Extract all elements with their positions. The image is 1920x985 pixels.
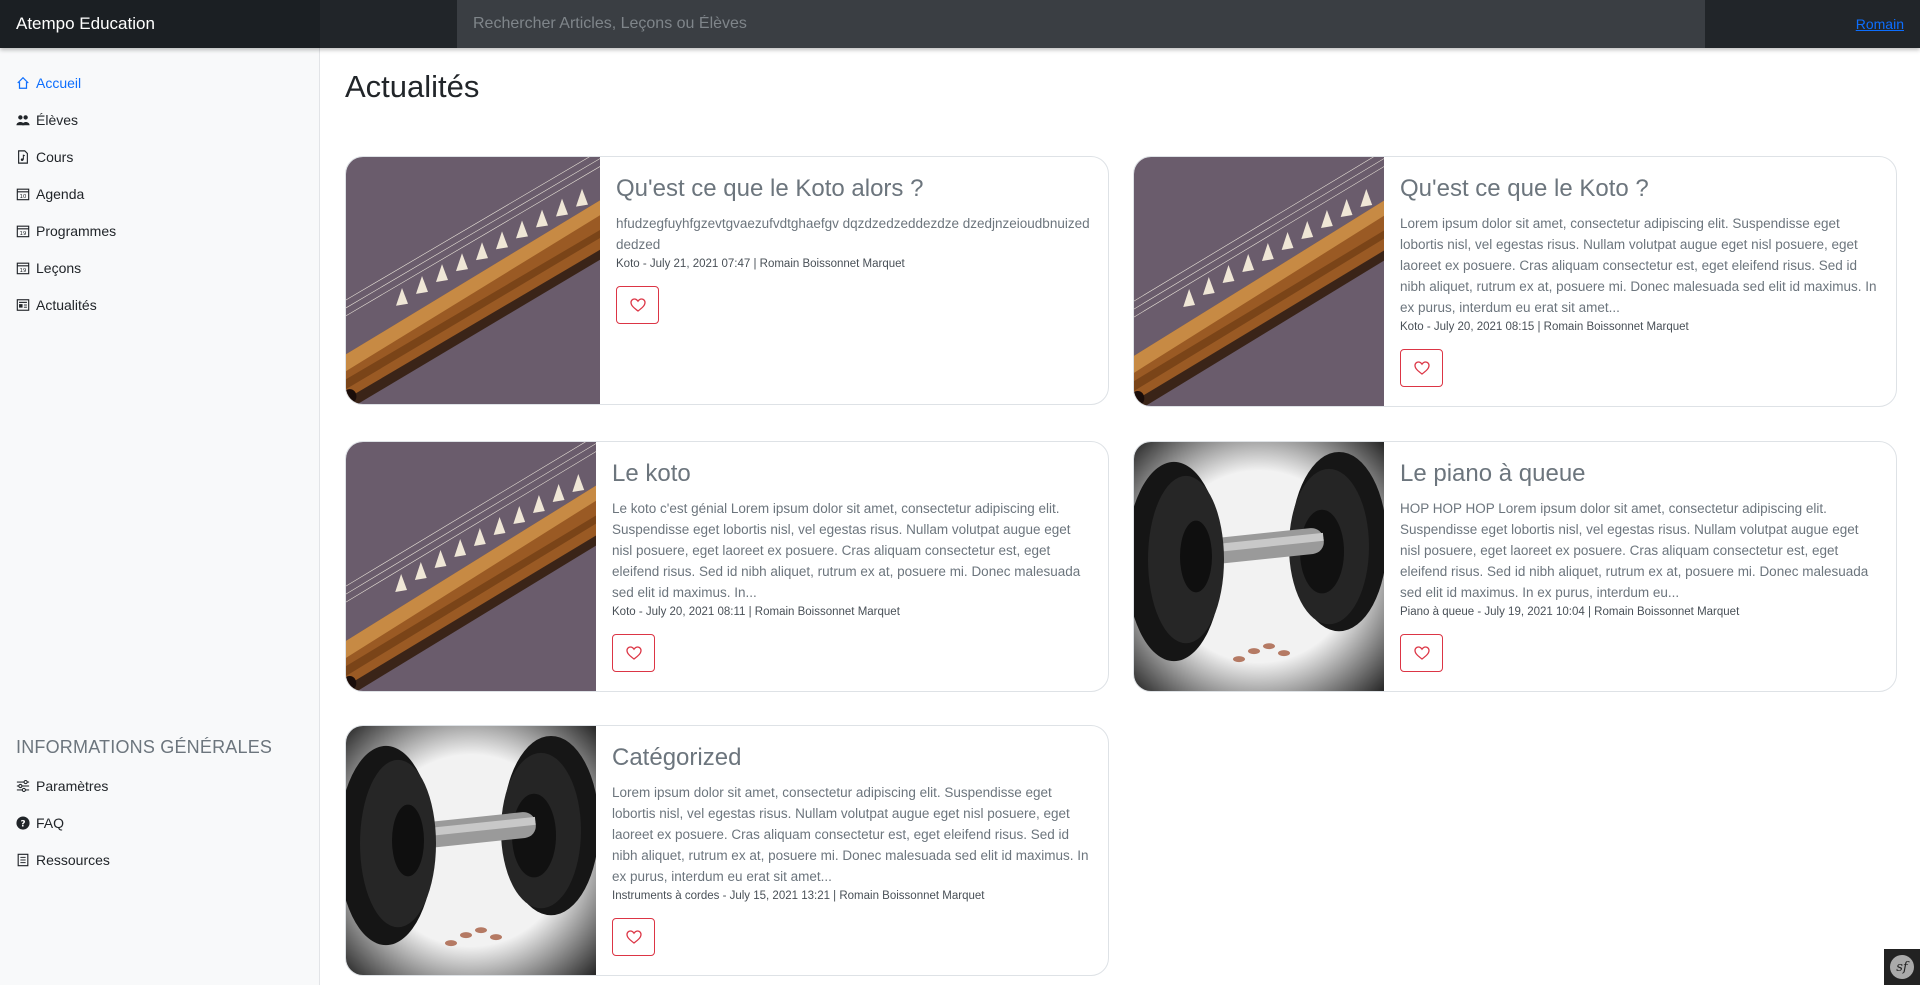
article-title[interactable]: Le koto <box>612 460 1092 488</box>
article-card[interactable]: Qu'est ce que le Koto alors ? hfudzegfuy… <box>345 156 1109 405</box>
article-excerpt: Le koto c'est génial Lorem ipsum dolor s… <box>612 501 1081 600</box>
sidebar-item-lecons[interactable]: 19 Leçons <box>16 258 81 278</box>
article-title[interactable]: Qu'est ce que le Koto alors ? <box>616 175 1092 203</box>
sidebar: Accueil Élèves Cours 10 Agenda 19 Progra… <box>0 48 320 985</box>
search-bar <box>457 0 1705 48</box>
svg-text:19: 19 <box>20 268 27 274</box>
sidebar-item-eleves[interactable]: Élèves <box>16 110 78 130</box>
article-meta: Instruments à cordes - July 15, 2021 13:… <box>612 890 985 902</box>
like-button[interactable] <box>1400 349 1443 387</box>
article-excerpt: HOP HOP HOP Lorem ipsum dolor sit amet, … <box>1400 501 1869 600</box>
sidebar-item-actualites[interactable]: Actualités <box>16 295 97 315</box>
article-meta: Piano à queue - July 19, 2021 10:04 | Ro… <box>1400 606 1740 618</box>
article-thumbnail[interactable] <box>1134 157 1384 406</box>
sidebar-item-cours[interactable]: Cours <box>16 147 73 167</box>
heart-icon <box>1413 361 1430 375</box>
sidebar-item-label: Paramètres <box>36 778 109 794</box>
article-card[interactable]: Catégorized Lorem ipsum dolor sit amet, … <box>345 725 1109 976</box>
heart-icon <box>625 646 642 660</box>
section-heading-info: INFORMATIONS GÉNÉRALES <box>16 737 273 757</box>
sidebar-item-label: Cours <box>36 149 74 165</box>
article-excerpt: hfudzegfuyhfgzevtgvaezufvdtghaefgv dqzdz… <box>616 216 1090 252</box>
calendar-icon: 10 <box>16 188 30 201</box>
article-meta: Koto - July 20, 2021 08:11 | Romain Bois… <box>612 606 900 618</box>
search-input[interactable] <box>473 15 1705 33</box>
symfony-icon: sf <box>1890 955 1914 979</box>
sidebar-item-label: Programmes <box>36 223 117 239</box>
brand-logo[interactable]: Atempo Education <box>0 0 320 48</box>
people-icon <box>16 115 30 126</box>
sidebar-item-label: Actualités <box>36 297 97 313</box>
sidebar-item-faq[interactable]: ? FAQ <box>16 813 64 833</box>
heart-icon <box>629 298 646 312</box>
user-link[interactable]: Romain <box>1856 16 1904 32</box>
svg-text:?: ? <box>20 820 25 830</box>
main-content: Actualités Qu'est ce que le Koto alors ?… <box>321 48 1920 985</box>
heart-icon <box>1413 646 1430 660</box>
svg-text:19: 19 <box>20 231 27 237</box>
sidebar-item-agenda[interactable]: 10 Agenda <box>16 184 84 204</box>
debug-toolbar-button[interactable]: sf <box>1884 949 1920 985</box>
article-thumbnail[interactable] <box>346 157 600 404</box>
sidebar-item-label: Accueil <box>36 75 82 91</box>
article-meta: Koto - July 20, 2021 08:15 | Romain Bois… <box>1400 321 1689 333</box>
sidebar-item-parametres[interactable]: Paramètres <box>16 776 108 796</box>
article-excerpt: Lorem ipsum dolor sit amet, consectetur … <box>1400 216 1877 315</box>
music-file-icon <box>18 150 28 164</box>
article-card[interactable]: Le piano à queue HOP HOP HOP Lorem ipsum… <box>1133 441 1897 692</box>
sidebar-item-accueil[interactable]: Accueil <box>16 73 81 93</box>
sidebar-item-label: Élèves <box>36 112 79 128</box>
sidebar-item-label: Agenda <box>36 186 85 202</box>
article-thumbnail[interactable] <box>346 726 596 975</box>
article-card[interactable]: Qu'est ce que le Koto ? Lorem ipsum dolo… <box>1133 156 1897 407</box>
sliders-icon <box>16 779 30 793</box>
sidebar-item-ressources[interactable]: Ressources <box>16 850 110 870</box>
home-icon <box>17 76 29 89</box>
article-thumbnail[interactable] <box>1134 442 1384 691</box>
sidebar-item-programmes[interactable]: 19 Programmes <box>16 221 116 241</box>
calendar-icon: 19 <box>16 262 30 275</box>
sidebar-item-label: FAQ <box>36 815 65 831</box>
calendar-icon: 19 <box>16 225 30 238</box>
article-title[interactable]: Le piano à queue <box>1400 460 1880 488</box>
like-button[interactable] <box>616 286 659 324</box>
svg-text:10: 10 <box>20 194 27 200</box>
like-button[interactable] <box>612 918 655 956</box>
article-excerpt: Lorem ipsum dolor sit amet, consectetur … <box>612 785 1089 884</box>
article-card[interactable]: Le koto Le koto c'est génial Lorem ipsum… <box>345 441 1109 692</box>
like-button[interactable] <box>612 634 655 672</box>
article-meta: Koto - July 21, 2021 07:47 | Romain Bois… <box>616 258 905 270</box>
article-title[interactable]: Qu'est ce que le Koto ? <box>1400 175 1880 203</box>
question-circle-icon: ? <box>16 816 30 830</box>
document-list-icon <box>17 853 29 867</box>
heart-icon <box>625 930 642 944</box>
like-button[interactable] <box>1400 634 1443 672</box>
page-title: Actualités <box>345 69 480 104</box>
article-thumbnail[interactable] <box>346 442 596 691</box>
sidebar-item-label: Ressources <box>36 852 110 868</box>
article-title[interactable]: Catégorized <box>612 744 1092 772</box>
top-navbar: Atempo Education Romain <box>0 0 1920 48</box>
newspaper-icon <box>16 299 30 311</box>
sidebar-item-label: Leçons <box>36 260 82 276</box>
